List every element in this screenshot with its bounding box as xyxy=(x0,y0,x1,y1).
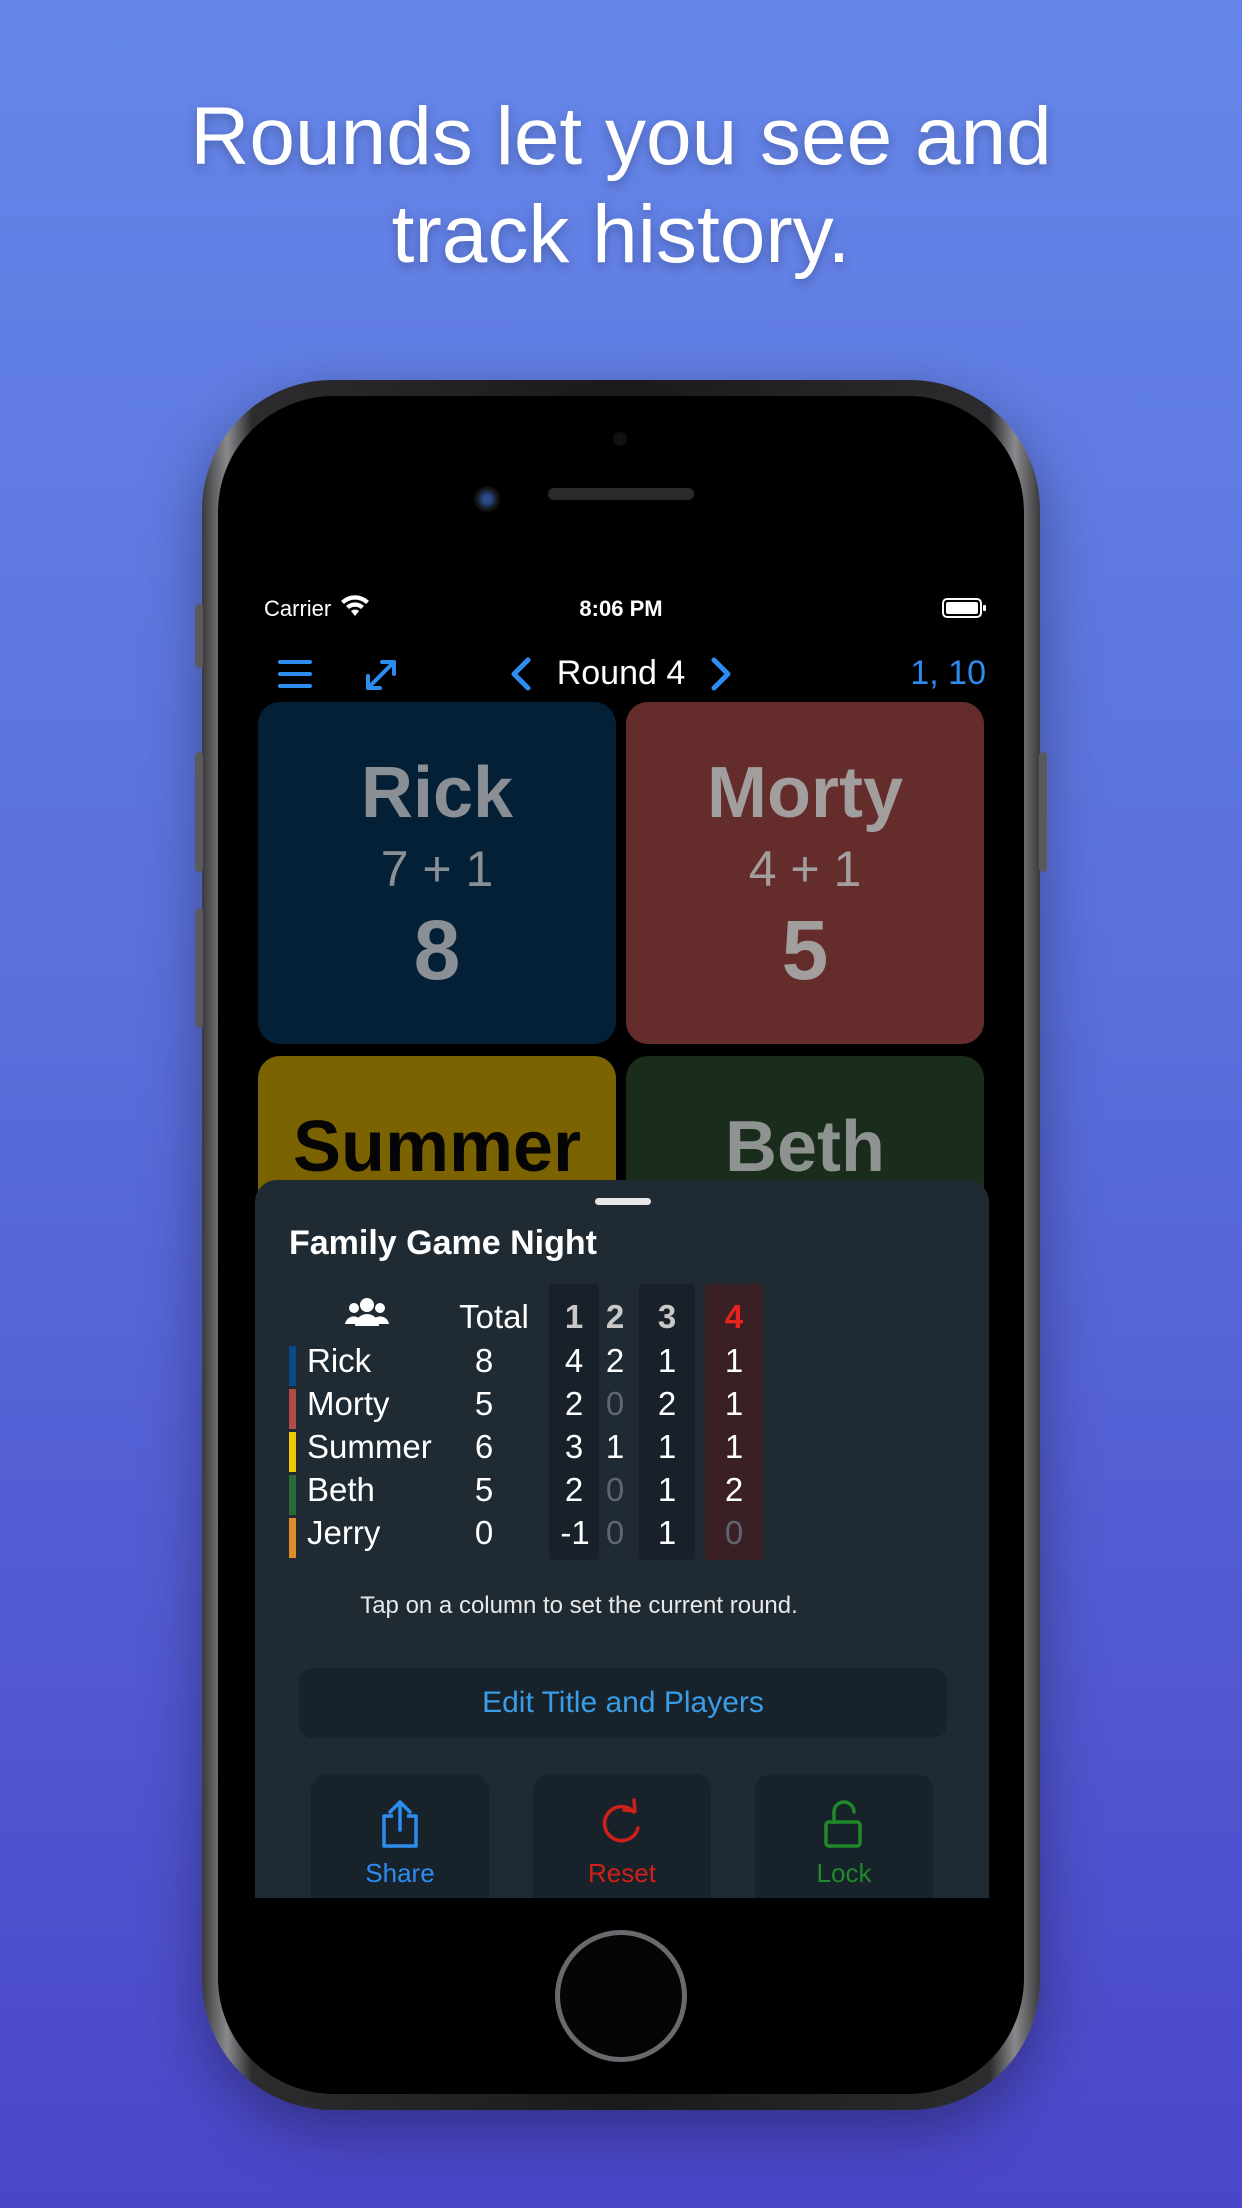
volume-down-button xyxy=(195,908,203,1028)
player-color-bar xyxy=(289,1389,296,1429)
round-hint-text: Tap on a column to set the current round… xyxy=(360,1592,798,1619)
tile-player-name: Rick xyxy=(360,753,514,833)
tile-player-name: Summer xyxy=(292,1107,582,1187)
tile-score-total: 5 xyxy=(781,903,829,997)
player-color-bar xyxy=(289,1518,296,1558)
lock-label: Lock xyxy=(816,1858,872,1888)
player-color-bar xyxy=(289,1432,296,1472)
player-tile-morty[interactable]: Morty 4 + 1 5 xyxy=(626,702,984,1044)
player-total: 8 xyxy=(474,1342,494,1379)
sheet-grabber[interactable] xyxy=(595,1198,651,1205)
share-button[interactable]: Share xyxy=(311,1774,489,1898)
round-score: 1 xyxy=(657,1428,677,1465)
game-title: Family Game Night xyxy=(289,1224,597,1262)
history-sheet: Family Game Night Total 1 2 3 4 Rick 8 4… xyxy=(255,1180,989,1898)
player-total: 6 xyxy=(474,1428,494,1465)
app-screen: Carrier 8:06 PM Round 4 1, 10 Rick 7 + 1… xyxy=(240,580,1002,1898)
player-name: Rick xyxy=(307,1342,372,1379)
player-total: 0 xyxy=(474,1514,494,1551)
player-tile-rick[interactable]: Rick 7 + 1 8 xyxy=(258,702,616,1044)
front-camera xyxy=(474,486,500,512)
round-header-3[interactable]: 3 xyxy=(639,1298,695,1336)
status-bar: Carrier 8:06 PM xyxy=(240,580,1002,636)
tile-score-expression: 4 + 1 xyxy=(748,841,862,897)
tile-score-expression: 7 + 1 xyxy=(380,841,494,897)
player-name: Morty xyxy=(307,1385,390,1422)
round-title[interactable]: Round 4 xyxy=(240,654,1002,693)
tile-player-name: Beth xyxy=(725,1107,885,1187)
round-score: 0 xyxy=(724,1514,744,1551)
round-score: 1 xyxy=(657,1471,677,1508)
share-icon xyxy=(311,1798,489,1850)
player-color-bar xyxy=(289,1475,296,1515)
proximity-sensor xyxy=(613,432,627,446)
player-name: Beth xyxy=(307,1471,375,1508)
round-score: 1 xyxy=(724,1428,744,1465)
player-total: 5 xyxy=(474,1385,494,1422)
total-header: Total xyxy=(459,1298,529,1335)
round-score: 0 xyxy=(605,1471,625,1508)
headline: Rounds let you see and track history. xyxy=(0,88,1242,284)
round-score: 2 xyxy=(657,1385,677,1422)
player-name: Jerry xyxy=(307,1514,381,1551)
round-header-4[interactable]: 4 xyxy=(705,1298,763,1336)
power-button xyxy=(1039,752,1047,872)
round-score: 0 xyxy=(605,1385,625,1422)
headline-line-1: Rounds let you see and xyxy=(190,91,1052,182)
earpiece-speaker xyxy=(548,488,694,500)
player-name: Summer xyxy=(307,1428,432,1465)
battery-icon xyxy=(942,598,986,618)
round-score: 1 xyxy=(724,1385,744,1422)
round-score: 2 xyxy=(724,1471,744,1508)
round-header-2[interactable]: 2 xyxy=(585,1298,645,1336)
status-time: 8:06 PM xyxy=(579,596,663,621)
round-score: 1 xyxy=(657,1342,677,1379)
headline-line-2: track history. xyxy=(391,189,851,280)
mute-switch xyxy=(195,604,203,668)
home-button[interactable] xyxy=(555,1930,687,2062)
volume-up-button xyxy=(195,752,203,872)
round-score: 2 xyxy=(605,1342,625,1379)
players-icon xyxy=(345,1296,389,1335)
round-score: 1 xyxy=(605,1428,625,1465)
lock-button[interactable]: Lock xyxy=(755,1774,933,1898)
reset-button[interactable]: Reset xyxy=(533,1774,711,1898)
round-score: 0 xyxy=(605,1514,625,1551)
tile-score-total: 8 xyxy=(413,903,461,997)
score-step-button[interactable]: 1, 10 xyxy=(910,654,986,693)
tile-player-name: Morty xyxy=(707,753,903,833)
share-label: Share xyxy=(365,1858,435,1888)
reset-label: Reset xyxy=(588,1858,656,1888)
reset-icon xyxy=(533,1798,711,1850)
player-total: 5 xyxy=(474,1471,494,1508)
round-score: 1 xyxy=(724,1342,744,1379)
edit-title-players-button[interactable]: Edit Title and Players xyxy=(299,1668,947,1738)
player-color-bar xyxy=(289,1346,296,1386)
round-score: 1 xyxy=(657,1514,677,1551)
next-round-chevron-icon[interactable] xyxy=(710,656,732,697)
lock-open-icon xyxy=(755,1798,933,1850)
